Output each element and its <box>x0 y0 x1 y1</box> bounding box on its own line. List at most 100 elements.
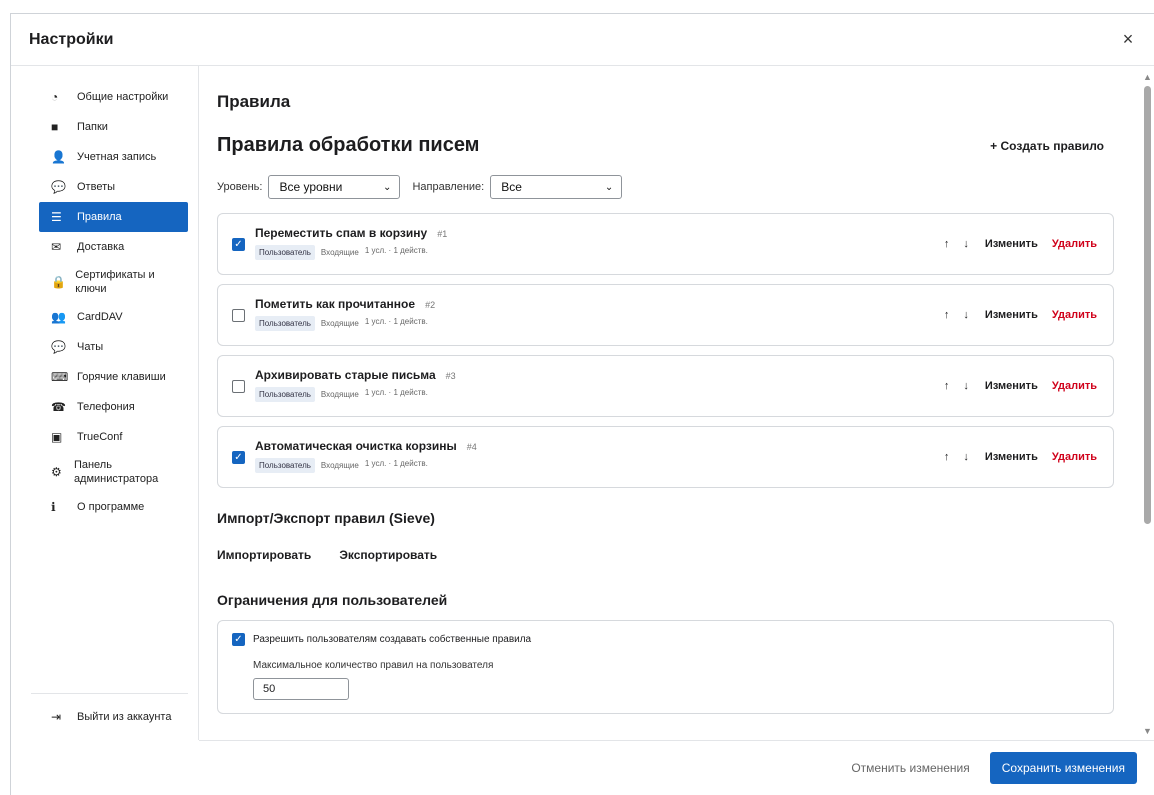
delete-rule-button[interactable]: Удалить <box>1052 238 1097 250</box>
allow-user-rules-checkbox[interactable]: ✓ <box>232 633 245 646</box>
rule-name: Автоматическая очистка корзины <box>255 439 457 453</box>
sidebar-item[interactable]: ☎ Телефония <box>39 392 188 422</box>
rule-enabled-checkbox[interactable] <box>232 308 245 322</box>
logout-button[interactable]: ⇥ Выйти из аккаунта <box>39 702 188 732</box>
rule-card: ✓ Автоматическая очистка корзины #4 Пользов… <box>217 426 1114 488</box>
rule-direction: Входящие <box>320 461 359 470</box>
move-up-button[interactable]: ↑ <box>944 309 950 321</box>
create-rule-button[interactable]: + Создать правило <box>990 139 1104 153</box>
sidebar-item[interactable]: 👥 CardDAV <box>39 302 188 332</box>
sidebar-item-label: Сертификаты и ключи <box>75 269 155 295</box>
scroll-up-icon[interactable]: ▲ <box>1143 72 1152 82</box>
close-icon[interactable]: × <box>1118 29 1138 50</box>
dialog-footer: Отменить изменения Сохранить изменения <box>199 740 1154 795</box>
sidebar-item-label: Учетная запись <box>77 151 157 163</box>
add-user-icon: 👥 <box>51 310 66 324</box>
move-down-button[interactable]: ↓ <box>963 451 969 463</box>
move-up-button[interactable]: ↑ <box>944 451 950 463</box>
sidebar-item[interactable]: ✉ Доставка <box>39 232 188 262</box>
move-down-button[interactable]: ↓ <box>963 309 969 321</box>
direction-select[interactable]: Все ⌄ <box>490 175 623 199</box>
save-changes-button[interactable]: Сохранить изменения <box>989 752 1137 784</box>
sidebar-item-label: Правила <box>77 211 122 223</box>
level-value: Все уровни <box>279 180 343 194</box>
sidebar-item-label: Доставка <box>77 241 125 253</box>
move-up-button[interactable]: ↑ <box>944 380 950 392</box>
import-export-title: Импорт/Экспорт правил (Sieve) <box>217 510 435 526</box>
edit-rule-button[interactable]: Изменить <box>985 380 1038 392</box>
sidebar-item[interactable]: 🔒 Сертификаты и ключи <box>39 262 188 302</box>
rule-direction: Входящие <box>320 319 359 328</box>
rule-counts: 1 усл. · 1 действ. <box>364 317 428 326</box>
rule-enabled-checkbox[interactable]: ✓ <box>232 450 245 464</box>
direction-label: Направление: <box>412 181 485 193</box>
edit-rule-button[interactable]: Изменить <box>985 451 1038 463</box>
rule-owner-badge: Пользователь <box>255 245 315 260</box>
delete-rule-button[interactable]: Удалить <box>1052 451 1097 463</box>
rule-number: #2 <box>425 300 436 310</box>
rules-title: Правила обработки писем <box>217 134 480 156</box>
edit-rule-button[interactable]: Изменить <box>985 238 1038 250</box>
rules-icon: ☰ <box>51 210 62 224</box>
max-rules-input[interactable]: 50 <box>253 678 349 700</box>
sidebar-item-label: Общие настройки <box>77 91 169 103</box>
rule-name: Архивировать старые письма <box>255 368 436 382</box>
scroll-thumb[interactable] <box>1144 86 1151 524</box>
cancel-changes-button[interactable]: Отменить изменения <box>851 761 969 775</box>
sidebar-item[interactable]: ◔ Общие настройки <box>39 82 188 112</box>
sidebar-item[interactable]: 👤 Учетная запись <box>39 142 188 172</box>
rule-direction: Входящие <box>320 390 359 399</box>
rule-number: #3 <box>445 371 456 381</box>
filters-bar: Уровень: Все уровни ⌄ Направление: Все ⌄ <box>217 175 1114 199</box>
sidebar-item[interactable]: ⌨ Горячие клавиши <box>39 362 188 392</box>
rules-list: ✓ Переместить спам в корзину #1 Пользовател… <box>217 213 1114 488</box>
sidebar-item[interactable]: 💬 Ответы <box>39 172 188 202</box>
delete-rule-button[interactable]: Удалить <box>1052 380 1097 392</box>
export-button[interactable]: Экспортировать <box>339 548 437 562</box>
sidebar-item[interactable]: ▣ TrueConf <box>39 422 188 452</box>
rule-owner-badge: Пользователь <box>255 458 315 473</box>
scroll-down-icon[interactable]: ▼ <box>1143 726 1152 736</box>
rule-number: #1 <box>437 229 448 239</box>
edit-rule-button[interactable]: Изменить <box>985 309 1038 321</box>
move-down-button[interactable]: ↓ <box>963 380 969 392</box>
level-label: Уровень: <box>217 181 263 193</box>
level-select[interactable]: Все уровни ⌄ <box>268 175 401 199</box>
chevron-down-icon: ⌄ <box>604 181 614 193</box>
envelope-icon: ✉ <box>51 240 62 254</box>
scrollbar[interactable]: ▲ ▼ <box>1140 66 1154 740</box>
rule-enabled-checkbox[interactable] <box>232 379 245 393</box>
sidebar-item-label: CardDAV <box>77 311 123 323</box>
rule-owner-badge: Пользователь <box>255 316 315 331</box>
replies-icon: 💬 <box>51 180 66 194</box>
rule-enabled-checkbox[interactable]: ✓ <box>232 237 245 251</box>
rule-name: Пометить как прочитанное <box>255 297 416 311</box>
general-settings-icon: ◔ <box>51 90 59 104</box>
rule-direction: Входящие <box>320 248 359 257</box>
phone-icon: ☎ <box>51 400 66 414</box>
lock-icon: 🔒 <box>51 275 66 289</box>
sidebar-item-label: Телефония <box>77 401 135 413</box>
rule-card: Пометить как прочитанное #2 Пользователь Вх… <box>217 284 1114 346</box>
chevron-down-icon: ⌄ <box>383 181 392 193</box>
sidebar-item[interactable]: ⚙ Панель администратора <box>39 452 188 492</box>
delete-rule-button[interactable]: Удалить <box>1052 309 1097 321</box>
direction-value: Все <box>501 180 522 194</box>
sidebar-item[interactable]: ■ Папки <box>39 112 188 142</box>
main-panel: Правила Правила обработки писем + Создат… <box>199 66 1154 740</box>
import-button[interactable]: Импортировать <box>217 548 311 562</box>
sidebar-item[interactable]: ☰ Правила <box>39 202 188 232</box>
sidebar-item[interactable]: 💬 Чаты <box>39 332 188 362</box>
dialog-title: Настройки <box>29 30 114 48</box>
limits-card: ✓ Разрешить пользователям создавать собс… <box>217 620 1114 714</box>
sidebar-item-label: Ответы <box>77 181 116 193</box>
rule-name: Переместить спам в корзину <box>255 226 428 240</box>
sidebar-item-label: Горячие клавиши <box>77 371 166 383</box>
rule-counts: 1 усл. · 1 действ. <box>364 388 428 397</box>
move-up-button[interactable]: ↑ <box>944 238 950 250</box>
sidebar-item-label: О программе <box>77 501 145 513</box>
dialog-header: Настройки × <box>11 14 1154 66</box>
sidebar-item-label: TrueConf <box>77 431 123 443</box>
sidebar-item[interactable]: ℹ О программе <box>39 492 188 522</box>
move-down-button[interactable]: ↓ <box>963 238 969 250</box>
